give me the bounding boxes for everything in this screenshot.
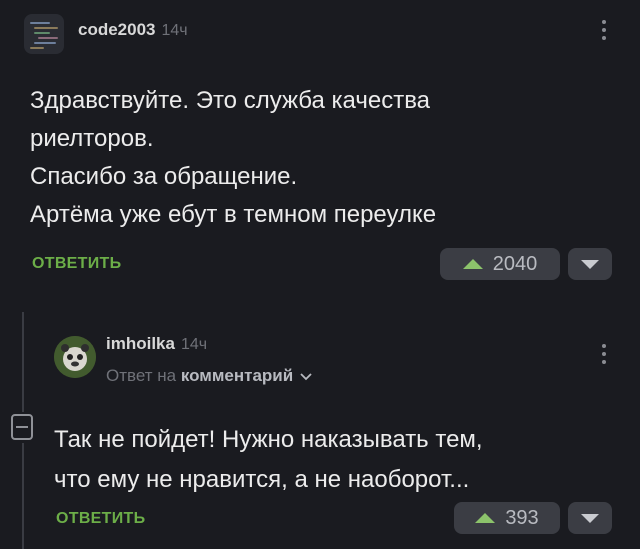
collapse-thread-icon[interactable] — [11, 414, 33, 440]
rating-value: 2040 — [492, 252, 538, 275]
avatar-code2003[interactable] — [24, 14, 64, 54]
comment-author[interactable]: imhoilka 14ч — [106, 334, 207, 354]
downvote-button[interactable] — [568, 502, 612, 534]
comment-body: Здравствуйте. Это служба качества риелто… — [30, 82, 590, 234]
upvote-button[interactable]: 2040 — [440, 248, 560, 280]
chevron-down-icon[interactable] — [300, 373, 312, 381]
reply-to[interactable]: Ответ на комментарий — [106, 366, 312, 386]
comment-time: 14ч — [180, 336, 208, 353]
comment-line: Здравствуйте. Это служба качества — [30, 87, 431, 114]
comment-line: что ему не нравится, а не наоборот... — [54, 466, 470, 493]
author-name[interactable]: code2003 — [78, 20, 156, 39]
downvote-icon — [581, 513, 599, 523]
comment-author[interactable]: code2003 14ч — [78, 20, 188, 40]
upvote-icon — [475, 513, 496, 523]
reply-to-prefix: Ответ на — [106, 366, 177, 385]
upvote-icon — [462, 259, 483, 269]
comment-line: Спасибо за обращение. — [30, 163, 298, 190]
reply-button[interactable]: ОТВЕТИТЬ — [56, 510, 145, 528]
upvote-button[interactable]: 393 — [454, 502, 560, 534]
thread-line[interactable] — [22, 443, 24, 549]
rating-value: 393 — [505, 506, 539, 529]
comment-line: Артёма уже ебут в темном переулке — [30, 201, 437, 228]
downvote-icon — [581, 259, 599, 269]
reply-to-link[interactable]: комментарий — [181, 366, 293, 385]
comment-time: 14ч — [161, 22, 188, 39]
reply-button[interactable]: ОТВЕТИТЬ — [32, 255, 121, 273]
thread-line[interactable] — [22, 312, 24, 412]
author-name[interactable]: imhoilka — [106, 334, 175, 353]
kebab-menu-icon[interactable] — [602, 344, 606, 364]
downvote-button[interactable] — [568, 248, 612, 280]
comment-line: Так не пойдет! Нужно наказывать тем, — [54, 426, 483, 453]
kebab-menu-icon[interactable] — [602, 20, 606, 40]
avatar-imhoilka[interactable] — [54, 336, 96, 378]
comment-line: риелторов. — [30, 125, 154, 152]
comment-body: Так не пойдет! Нужно наказывать тем, что… — [54, 420, 624, 500]
